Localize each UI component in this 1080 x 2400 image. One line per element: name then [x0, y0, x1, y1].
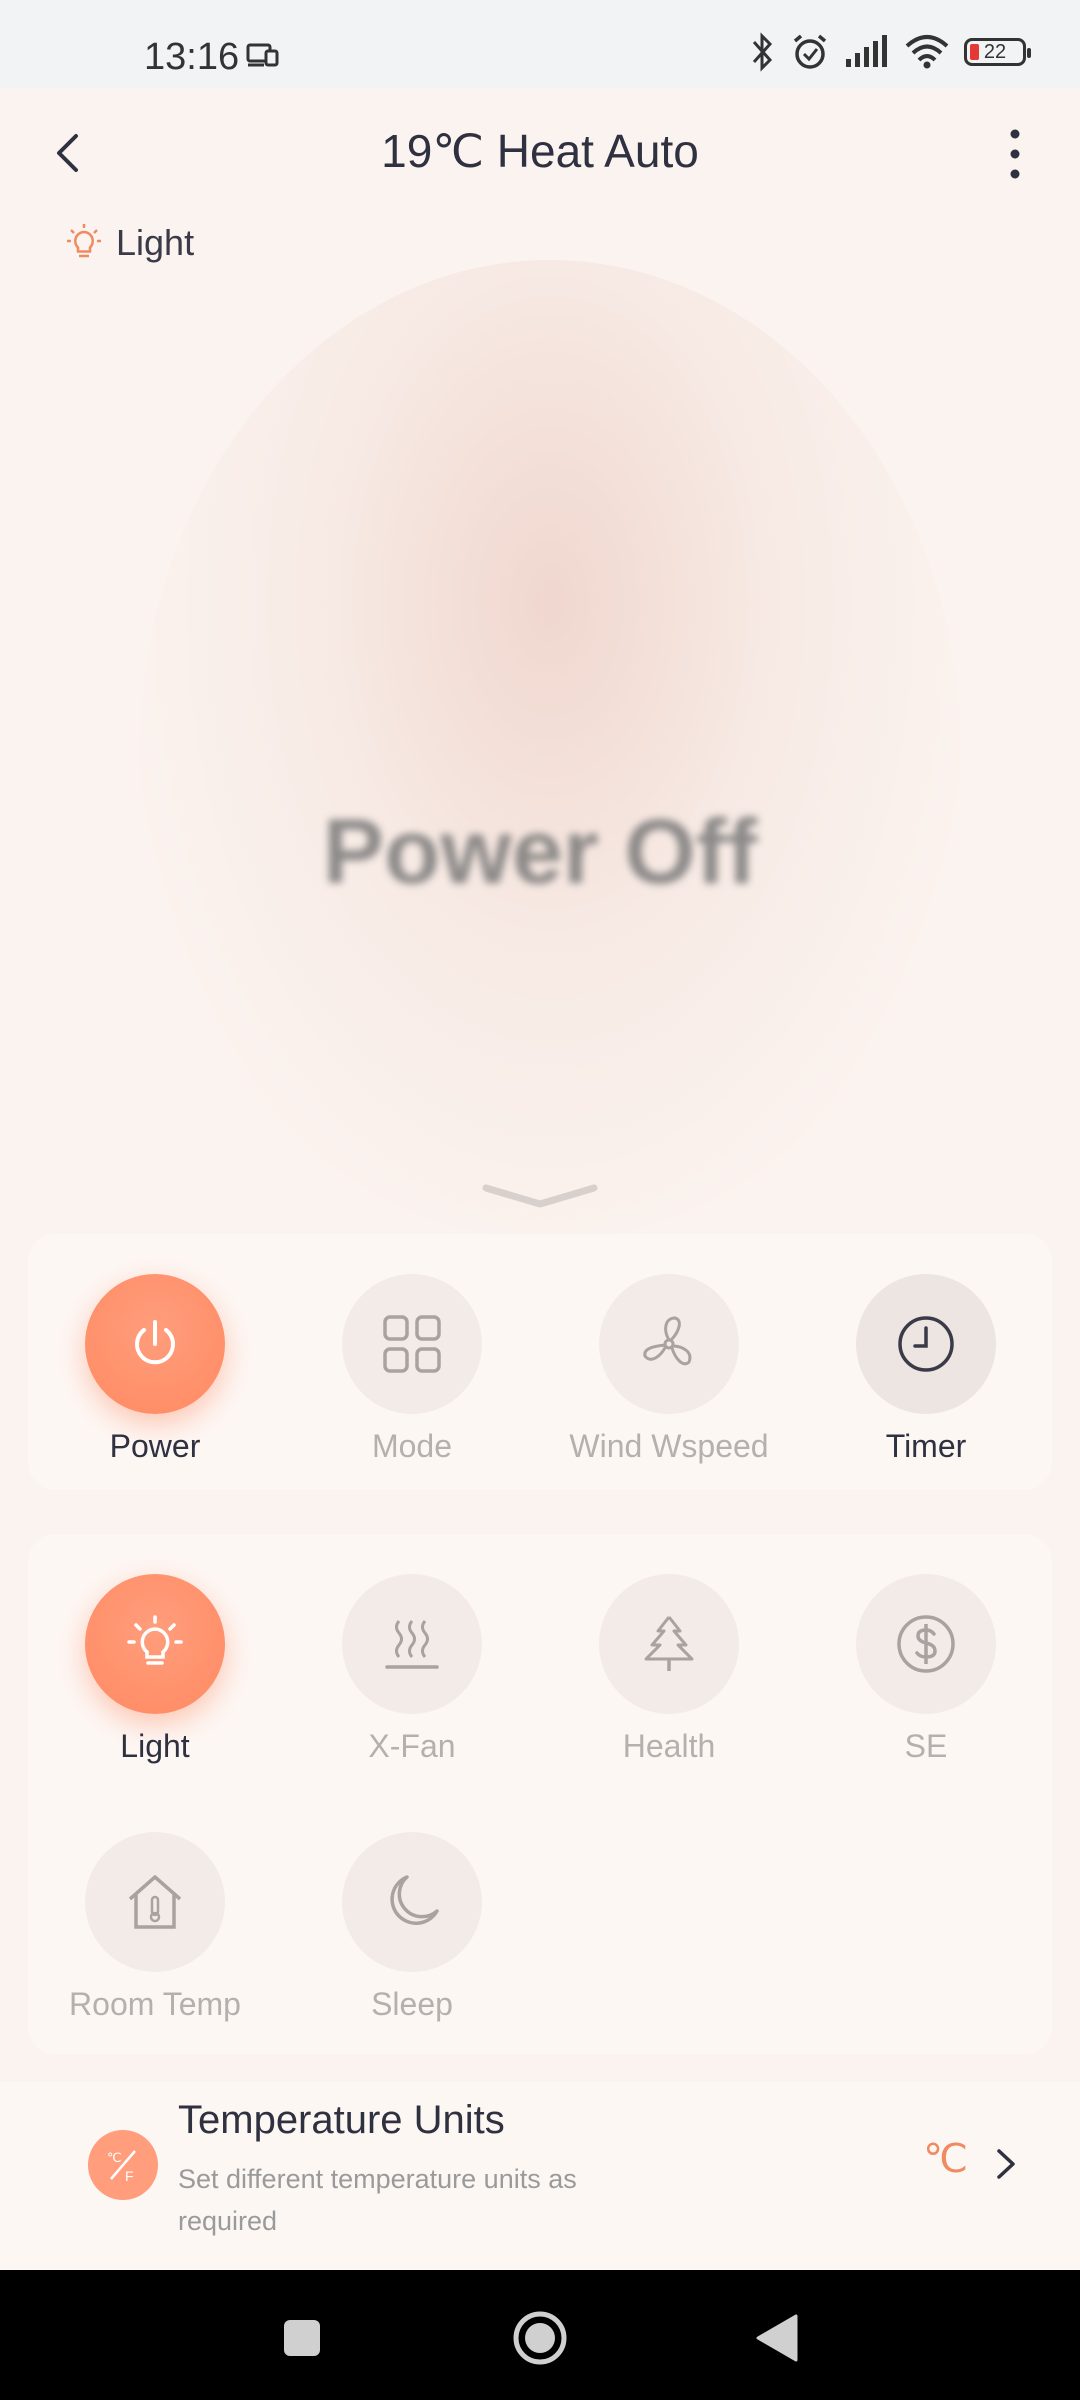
heat-waves-icon	[385, 1620, 439, 1669]
timer-control[interactable]: Timer	[816, 1274, 1036, 1465]
lightbulb-icon	[67, 224, 101, 258]
svg-text:℃: ℃	[107, 2150, 122, 2165]
light-button[interactable]	[85, 1574, 225, 1714]
timer-label: Timer	[885, 1428, 967, 1464]
health-control[interactable]: Health	[559, 1574, 779, 1765]
battery-indicator: 22	[964, 38, 1031, 66]
wind-speed-control[interactable]: Wind Wspeed	[559, 1274, 779, 1465]
x-fan-label: X-Fan	[368, 1728, 456, 1764]
power-control[interactable]: Power	[45, 1274, 265, 1465]
room-temp-label: Room Temp	[69, 1986, 241, 2022]
dollar-icon	[897, 1615, 955, 1673]
mode-label: Mode	[371, 1428, 453, 1464]
light-tag-label: Light	[116, 222, 195, 263]
battery-level: 22	[983, 40, 1007, 63]
room-temp-control[interactable]: Room Temp	[45, 1832, 265, 2023]
secondary-controls-card: Light X-Fan Health SE Room Temp Sleep	[28, 1534, 1052, 2054]
x-fan-button[interactable]	[342, 1574, 482, 1714]
house-thermometer-icon	[128, 1875, 182, 1929]
alarm-icon	[793, 34, 827, 69]
health-button[interactable]	[599, 1574, 739, 1714]
temperature-units-title: Temperature Units	[178, 2098, 505, 2142]
temperature-units-icon: ℃ F	[88, 2130, 158, 2200]
power-label: Power	[109, 1428, 201, 1464]
sleep-label: Sleep	[371, 1986, 453, 2022]
temperature-units-row[interactable]: ℃ F Temperature Units Set different temp…	[0, 2082, 1080, 2270]
status-time: 13:16	[144, 36, 240, 78]
temperature-units-value: ℃	[923, 2137, 968, 2181]
cast-icon	[246, 43, 279, 67]
tree-icon	[644, 1616, 694, 1671]
display-glow	[140, 260, 960, 1240]
se-button[interactable]	[856, 1574, 996, 1714]
moon-icon	[390, 1875, 439, 1925]
back-nav-button[interactable]	[756, 2314, 798, 2362]
more-options-icon[interactable]	[990, 126, 1040, 182]
bluetooth-icon	[752, 32, 773, 72]
sleep-control[interactable]: Sleep	[302, 1832, 522, 2023]
room-temp-button[interactable]	[85, 1832, 225, 1972]
system-navigation-bar	[0, 2270, 1080, 2400]
light-label: Light	[120, 1728, 190, 1764]
status-bar: 13:16 22	[0, 0, 1080, 88]
se-label: SE	[904, 1728, 948, 1764]
svg-text:F: F	[125, 2168, 134, 2184]
status-icons: 22	[750, 32, 1031, 72]
mode-control[interactable]: Mode	[302, 1274, 522, 1465]
se-control[interactable]: SE	[816, 1574, 1036, 1765]
wind-speed-label: Wind Wspeed	[569, 1428, 769, 1464]
x-fan-control[interactable]: X-Fan	[302, 1574, 522, 1765]
home-button[interactable]	[512, 2310, 568, 2366]
sleep-button[interactable]	[342, 1832, 482, 1972]
wind-speed-button[interactable]	[599, 1274, 739, 1414]
wifi-icon	[905, 35, 949, 69]
mode-button[interactable]	[342, 1274, 482, 1414]
page-title: 19℃ Heat Auto	[381, 125, 699, 177]
power-icon	[135, 1320, 175, 1365]
primary-controls-card: Power Mode Wind Wspeed Timer	[28, 1234, 1052, 1490]
power-state-text: Power Off	[322, 801, 758, 903]
chevron-down-icon[interactable]	[480, 1180, 600, 1220]
fan-icon	[643, 1316, 692, 1366]
temperature-units-subtitle: Set different temperature units as requi…	[178, 2164, 577, 2236]
timer-button[interactable]	[856, 1274, 996, 1414]
app-header: 19℃ Heat Auto	[0, 88, 1080, 218]
lightbulb-icon	[127, 1615, 183, 1665]
signal-icon	[846, 35, 887, 67]
chevron-right-icon[interactable]	[994, 2146, 1018, 2182]
power-button[interactable]	[85, 1274, 225, 1414]
light-control[interactable]: Light	[45, 1574, 265, 1765]
clock-icon	[898, 1316, 954, 1372]
recents-button[interactable]	[282, 2318, 322, 2358]
health-label: Health	[622, 1728, 716, 1764]
light-status-tag: Light	[66, 222, 194, 264]
celsius-fahrenheit-icon: ℃ F	[107, 2150, 136, 2184]
grid-icon	[383, 1315, 441, 1373]
